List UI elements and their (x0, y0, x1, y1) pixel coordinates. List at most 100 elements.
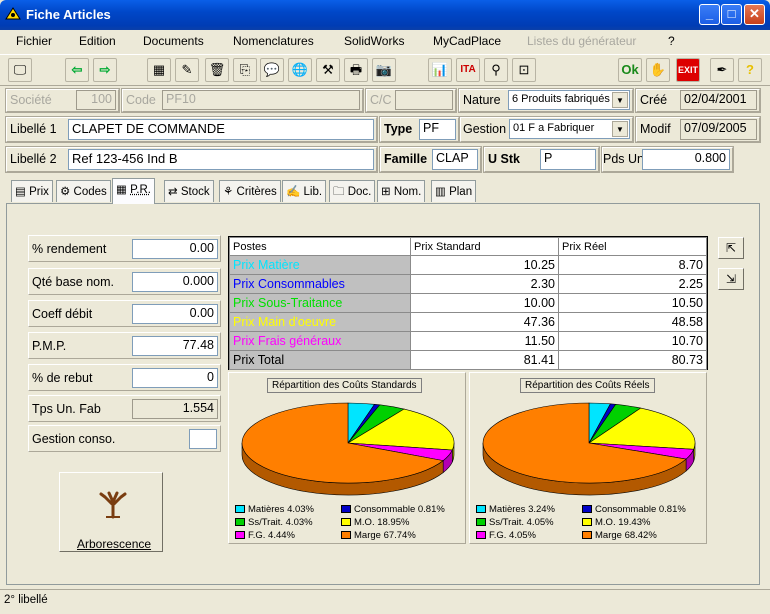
type-field[interactable]: PF (419, 119, 456, 140)
ok-button[interactable]: Ok (618, 58, 642, 82)
globe-button[interactable]: 🌐 (288, 58, 312, 82)
standard-cell[interactable]: 47.36 (410, 312, 559, 332)
comment-button[interactable]: 💬 (260, 58, 284, 82)
libelle1-field[interactable]: CLAPET DE COMMANDE (68, 119, 374, 140)
rendement-row: % rendement 0.00 (28, 235, 221, 262)
previous-button[interactable]: ⇦ (65, 58, 89, 82)
menu-documents[interactable]: Documents (143, 34, 204, 48)
table-row[interactable]: Prix Main d'oeuvre 47.36 48.58 (229, 312, 707, 332)
tab-codes[interactable]: ⚙ Codes (56, 180, 111, 202)
tab-lib[interactable]: ✍ Lib. (282, 180, 327, 202)
reel-cell[interactable]: 10.50 (558, 293, 707, 313)
row-label: Prix Matière (229, 255, 411, 275)
menu-solidworks[interactable]: SolidWorks (344, 34, 404, 48)
legend-item: M.O. 19.43% (582, 517, 650, 528)
reel-cell[interactable]: 80.73 (558, 350, 707, 370)
plan-icon: ▥ (435, 186, 446, 198)
edit-button[interactable]: ✒ (710, 58, 734, 82)
ustk-field[interactable]: P (540, 149, 596, 170)
import-icon: ⇲ (725, 272, 737, 286)
table-row[interactable]: Prix Sous-Traitance 10.00 10.50 (229, 293, 707, 313)
monitor-icon: 🖵 (13, 62, 27, 77)
tab-pr[interactable]: ▦ P.R. (112, 178, 155, 204)
title-bar[interactable]: Fiche Articles _ □ ✕ (0, 0, 770, 30)
legend-item: F.G. 4.44% (235, 530, 295, 541)
cost-grid[interactable]: Postes Prix Standard Prix Réel Prix Mati… (228, 236, 708, 370)
tps-fab-field[interactable]: 1.554 (132, 399, 218, 419)
camera-button[interactable]: 📷 (372, 58, 396, 82)
tab-plan[interactable]: ▥ Plan (431, 180, 477, 202)
cc-field[interactable] (395, 90, 453, 110)
cree-field[interactable]: 02/04/2001 (680, 90, 757, 110)
menu-help[interactable]: ? (668, 34, 675, 48)
exit-button[interactable]: EXIT (676, 58, 700, 82)
maximize-button[interactable]: □ (721, 4, 742, 25)
rebut-field[interactable]: 0 (132, 368, 218, 388)
table-row[interactable]: Prix Frais généraux 11.50 10.70 (229, 331, 707, 351)
code-field[interactable]: PF10 (162, 90, 360, 110)
standard-cell[interactable]: 81.41 (410, 350, 559, 370)
coeff-debit-field[interactable]: 0.00 (132, 304, 218, 324)
tree-button[interactable]: ⚲ (484, 58, 508, 82)
modif-field[interactable]: 07/09/2005 (680, 119, 757, 140)
help-hand-button[interactable]: ✋ (646, 58, 670, 82)
hint-button[interactable]: ? (738, 58, 762, 82)
menu-nomenclatures[interactable]: Nomenclatures (233, 34, 314, 48)
table-row[interactable]: Prix Matière 10.25 8.70 (229, 255, 707, 275)
qte-base-field[interactable]: 0.000 (132, 272, 218, 292)
standard-cell[interactable]: 10.00 (410, 293, 559, 313)
pdsu-field[interactable]: 0.800 (642, 149, 730, 170)
standard-cell[interactable]: 2.30 (410, 274, 559, 294)
close-button[interactable]: ✕ (744, 4, 765, 25)
arborescence-button[interactable]: Arborescence (59, 472, 163, 552)
table-row[interactable]: Prix Total 81.41 80.73 (229, 350, 707, 370)
copy-button[interactable]: ⎘ (233, 58, 257, 82)
tab-criteres[interactable]: ⚘ Critères (219, 180, 281, 202)
gestion-conso-field[interactable] (189, 429, 217, 449)
ita-button[interactable]: ITA (456, 58, 480, 82)
societe-field[interactable]: 100 (76, 90, 116, 110)
reel-cell[interactable]: 8.70 (558, 255, 707, 275)
nature-select[interactable]: 6 Produits fabriqués ▼ (508, 90, 630, 110)
monitor-button[interactable]: 🖵 (8, 58, 32, 82)
rendement-field[interactable]: 0.00 (132, 239, 218, 259)
checklist-button[interactable]: ✎ (175, 58, 199, 82)
reel-cell[interactable]: 10.70 (558, 331, 707, 351)
tab-label: P.R. (130, 184, 151, 196)
tools-button[interactable]: ⚒ (316, 58, 340, 82)
tab-nom[interactable]: ⊞ Nom. (377, 180, 426, 202)
pmp-field[interactable]: 77.48 (132, 336, 218, 356)
menu-listes-generateur[interactable]: Listes du générateur (527, 34, 636, 48)
gestion-select[interactable]: 01 F a Fabriquer ▼ (509, 119, 630, 139)
import-button[interactable]: ⇲ (718, 268, 744, 290)
window-title: Fiche Articles (26, 7, 111, 22)
tab-label: Critères (236, 186, 277, 198)
delete-button[interactable]: 🗑 (205, 58, 229, 82)
table-row[interactable]: Prix Consommables 2.30 2.25 (229, 274, 707, 294)
menu-edition[interactable]: Edition (79, 34, 116, 48)
checklist-icon: ✎ (181, 62, 193, 77)
next-button[interactable]: ⇨ (93, 58, 117, 82)
reel-cell[interactable]: 2.25 (558, 274, 707, 294)
standard-cell[interactable]: 11.50 (410, 331, 559, 351)
libelle2-field[interactable]: Ref 123-456 Ind B (68, 149, 374, 170)
camera-icon: 📷 (375, 62, 393, 77)
menu-mycadplace[interactable]: MyCadPlace (433, 34, 501, 48)
print-button[interactable]: 🖶 (344, 58, 368, 82)
minimize-button[interactable]: _ (699, 4, 720, 25)
grid-button[interactable]: ▦ (147, 58, 171, 82)
reel-cell[interactable]: 48.58 (558, 312, 707, 332)
tab-stock[interactable]: ⇄ Stock (164, 180, 214, 202)
export-button[interactable]: ⇱ (718, 237, 744, 259)
chart-button[interactable]: 📊 (428, 58, 452, 82)
calculator-icon: ▦ (116, 184, 127, 196)
tab-doc[interactable]: 🗀 Doc. (329, 180, 376, 202)
pen-icon: ✒ (716, 62, 728, 77)
tab-prix[interactable]: ▤ Prix (11, 180, 53, 202)
standard-cell[interactable]: 10.25 (410, 255, 559, 275)
menu-fichier[interactable]: Fichier (16, 34, 52, 48)
legend-label: Ss/Trait. 4.05% (489, 517, 554, 528)
legend-label: Matières 3.24% (489, 504, 556, 515)
device-button[interactable]: ⊡ (512, 58, 536, 82)
famille-field[interactable]: CLAP (432, 149, 478, 170)
